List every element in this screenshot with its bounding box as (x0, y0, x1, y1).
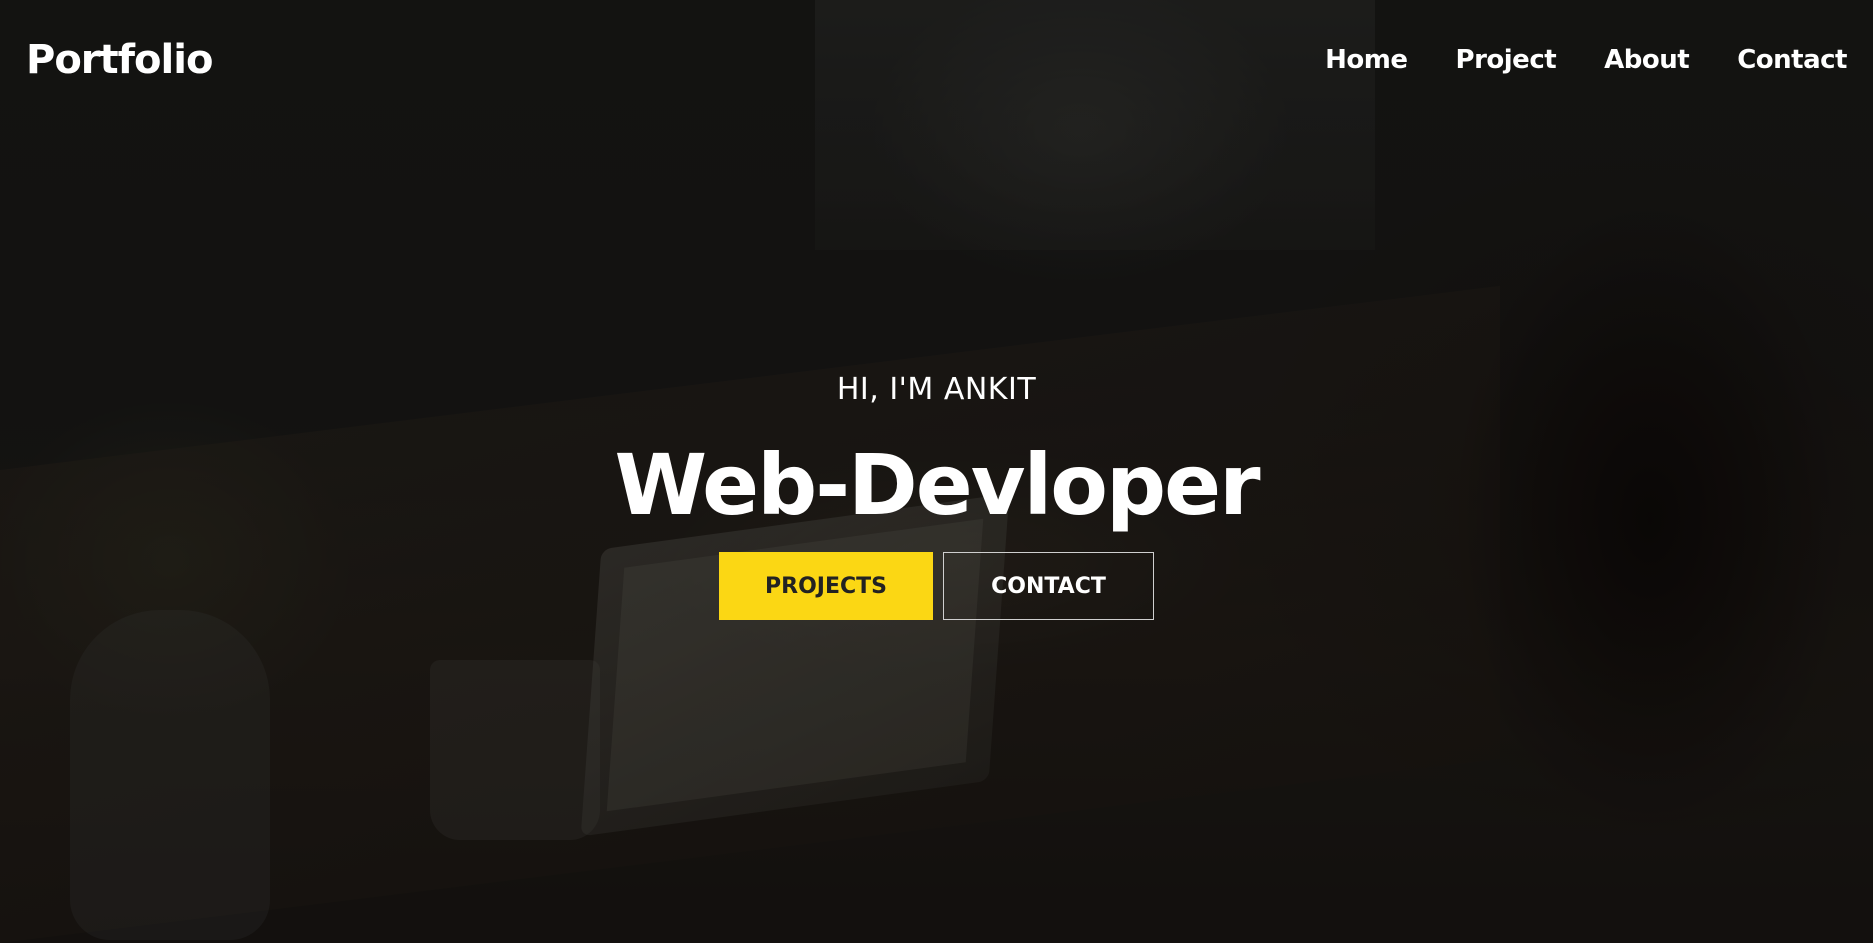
hero-section: HI, I'M ANKIT Web-Devloper PROJECTS CONT… (0, 360, 1873, 620)
hero-button-row: PROJECTS CONTACT (0, 552, 1873, 620)
nav-link-about[interactable]: About (1604, 45, 1690, 75)
projects-button[interactable]: PROJECTS (719, 552, 933, 620)
nav-links: Home Project About Contact (1325, 45, 1847, 75)
nav-link-project[interactable]: Project (1456, 45, 1557, 75)
hero-greeting: HI, I'M ANKIT (836, 372, 1037, 407)
nav-link-home[interactable]: Home (1325, 45, 1408, 75)
nav-link-contact[interactable]: Contact (1737, 45, 1847, 75)
site-logo[interactable]: Portfolio (26, 37, 213, 83)
portfolio-page: Portfolio Home Project About Contact HI,… (0, 0, 1873, 943)
contact-button[interactable]: CONTACT (943, 552, 1154, 620)
hero-title: Web-Devloper (614, 436, 1260, 534)
top-navbar: Portfolio Home Project About Contact (0, 0, 1873, 120)
